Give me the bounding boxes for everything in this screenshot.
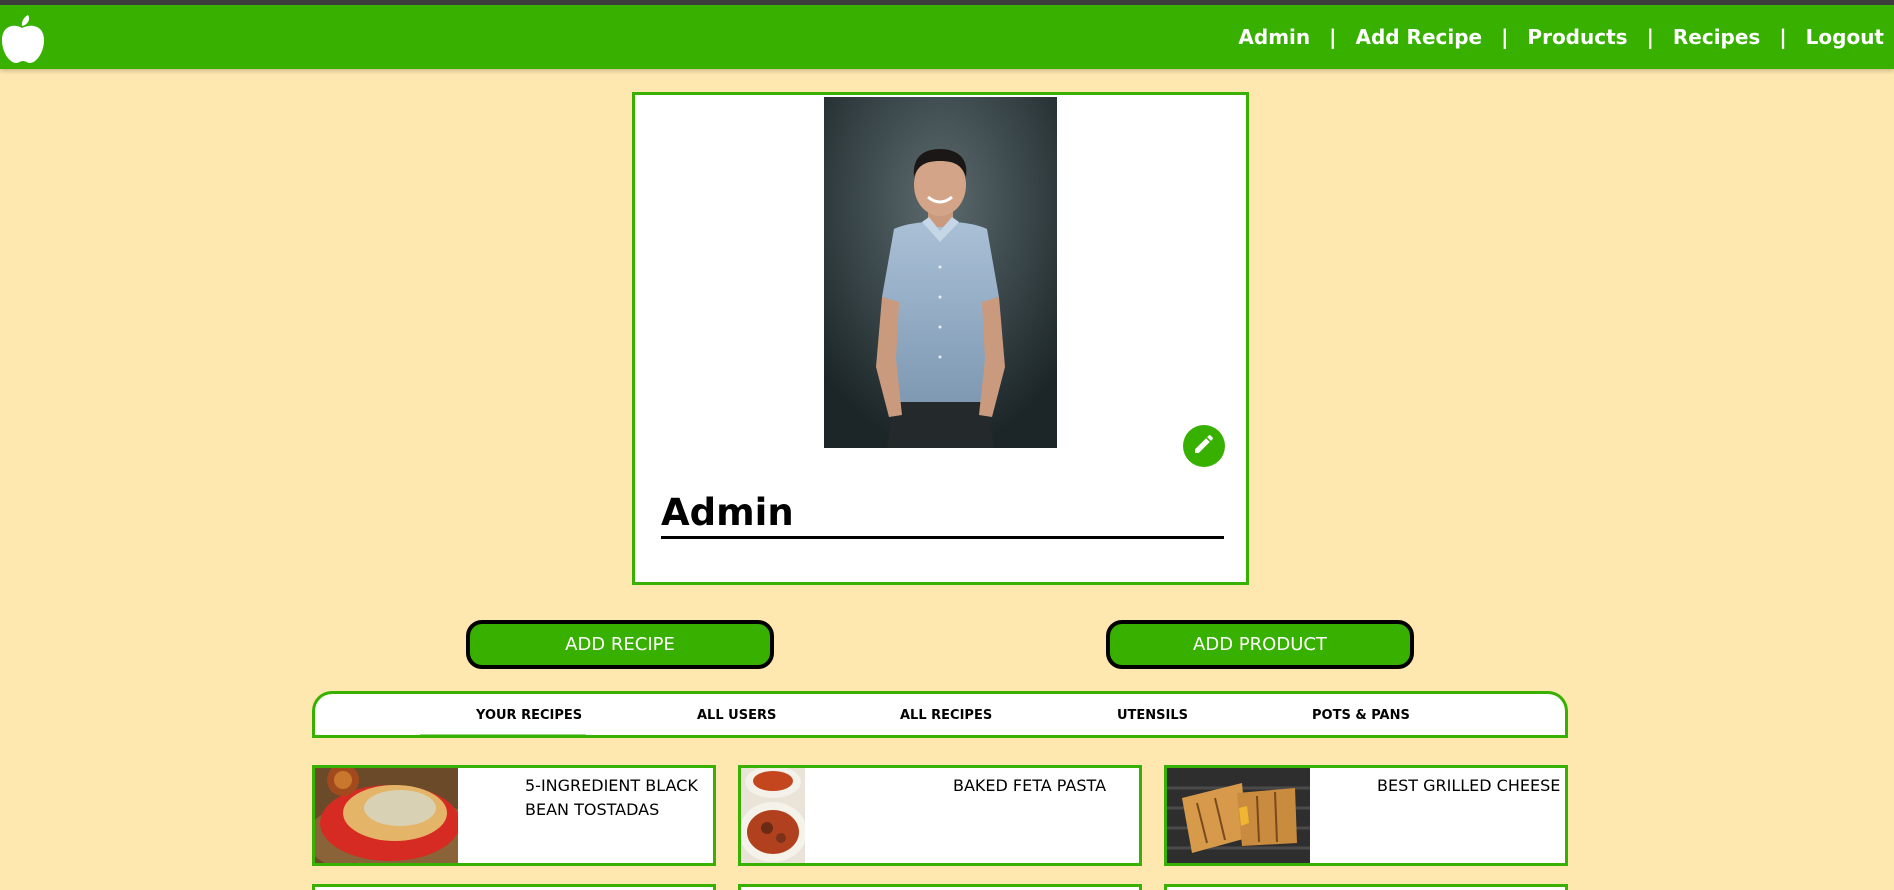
profile-tabs: YOUR RECIPES ALL USERS ALL RECIPES UTENS… (312, 691, 1568, 738)
nav-link-products[interactable]: Products (1527, 25, 1627, 49)
tab-your-recipes[interactable]: YOUR RECIPES (476, 708, 582, 723)
add-recipe-button[interactable]: ADD RECIPE (466, 620, 774, 669)
active-tab-indicator (420, 734, 586, 736)
tab-pots-and-pans[interactable]: POTS & PANS (1312, 708, 1410, 723)
nav-separator: | (1329, 25, 1337, 49)
recipe-card[interactable]: BAKED FETA PASTA (738, 765, 1142, 866)
tab-utensils[interactable]: UTENSILS (1117, 708, 1188, 723)
nav-separator: | (1779, 25, 1787, 49)
recipe-image (741, 768, 805, 863)
add-product-button[interactable]: ADD PRODUCT (1106, 620, 1414, 669)
profile-card: Admin (632, 92, 1249, 585)
recipe-title-line: BAKED FETA PASTA (953, 776, 1107, 795)
recipe-title-line: BEST GRILLED CHEESE (1377, 776, 1561, 795)
edit-profile-button[interactable] (1183, 425, 1225, 467)
recipe-card[interactable] (738, 884, 1142, 890)
nav-link-add-recipe[interactable]: Add Recipe (1355, 25, 1482, 49)
recipe-image (1167, 768, 1310, 863)
nav-link-admin[interactable]: Admin (1238, 25, 1310, 49)
recipe-title: BAKED FETA PASTA (953, 774, 1106, 798)
recipe-card[interactable]: 5-INGREDIENT BLACK BEAN TOSTADAS (312, 765, 716, 866)
nav-separator: | (1501, 25, 1509, 49)
recipe-card[interactable] (312, 884, 716, 890)
pencil-icon (1192, 432, 1216, 461)
recipe-image (315, 768, 458, 863)
profile-name: Admin (661, 490, 1224, 539)
recipe-title: 5-INGREDIENT BLACK BEAN TOSTADAS (525, 774, 698, 822)
main-nav: Admin | Add Recipe | Products | Recipes … (1238, 5, 1884, 69)
nav-link-logout[interactable]: Logout (1806, 25, 1884, 49)
recipe-title-line: BEAN TOSTADAS (525, 800, 660, 819)
tab-all-recipes[interactable]: ALL RECIPES (900, 708, 992, 723)
recipe-title: BEST GRILLED CHEESE (1377, 774, 1560, 798)
recipe-card[interactable]: BEST GRILLED CHEESE (1164, 765, 1568, 866)
profile-photo (824, 97, 1057, 448)
apple-icon[interactable] (0, 13, 46, 67)
nav-link-recipes[interactable]: Recipes (1673, 25, 1760, 49)
recipe-card[interactable] (1164, 884, 1568, 890)
tab-all-users[interactable]: ALL USERS (697, 708, 776, 723)
recipe-title-line: 5-INGREDIENT BLACK (525, 776, 698, 795)
nav-separator: | (1646, 25, 1654, 49)
top-navbar: Admin | Add Recipe | Products | Recipes … (0, 5, 1894, 69)
